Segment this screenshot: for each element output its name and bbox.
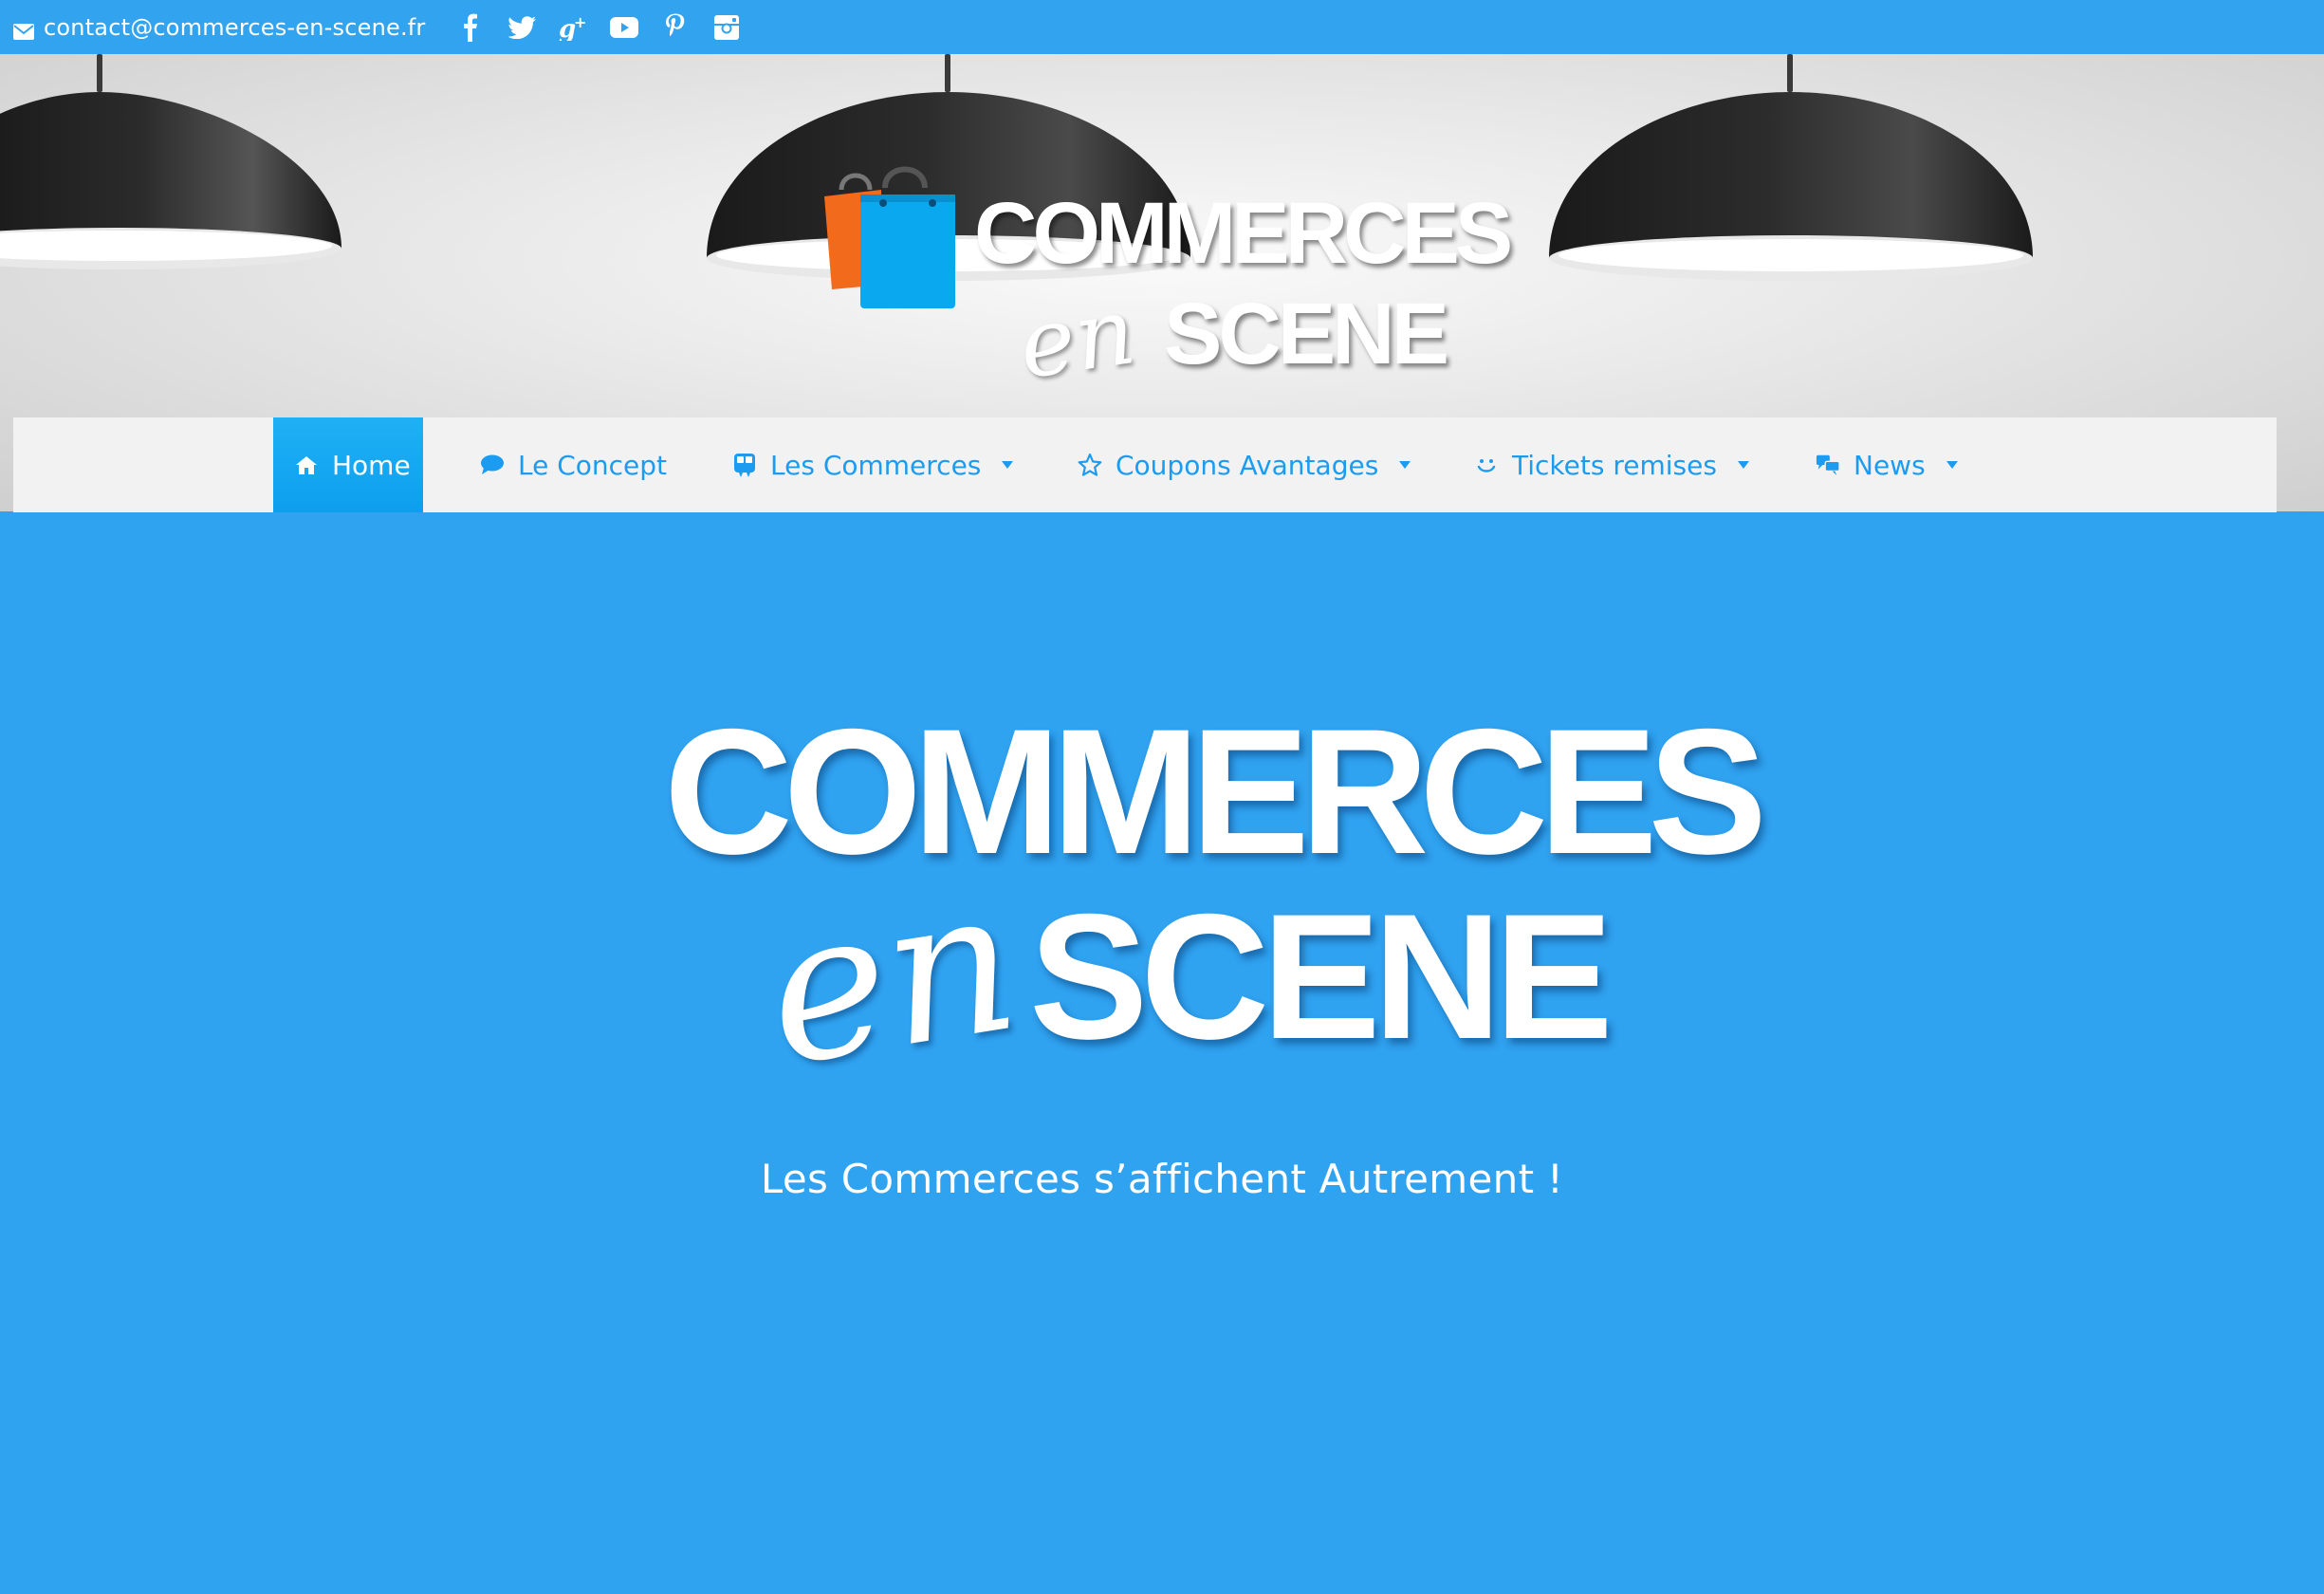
chat-bubbles-icon: [1816, 453, 1840, 477]
nav-item-tickets-remises[interactable]: Tickets remises: [1474, 417, 1749, 512]
svg-text:+: +: [574, 14, 586, 31]
envelope-icon: [13, 19, 34, 40]
nav-item-coupons-avantages[interactable]: Coupons Avantages: [1078, 417, 1411, 512]
smile-icon: [1474, 453, 1499, 477]
instagram-icon[interactable]: [712, 13, 741, 42]
hero-logo-commerces: COMMERCES: [664, 692, 1767, 891]
pendant-lamp-right: [1544, 54, 2038, 291]
logo-text-commerces: COMMERCES: [974, 185, 1513, 282]
hero-section: COMMERCES en SCENE Les Commerces s’affic…: [0, 512, 2324, 1594]
social-links: g +: [456, 13, 741, 42]
storefront-icon: [732, 453, 757, 477]
main-navigation: Home Le Concept Les Commerces Coupons Av…: [13, 417, 2277, 512]
nav-label-les-commerces: Les Commerces: [770, 449, 982, 481]
chevron-down-icon: [1002, 461, 1014, 469]
nav-item-le-concept[interactable]: Le Concept: [480, 417, 667, 512]
pinterest-icon[interactable]: [661, 13, 690, 42]
nav-item-home[interactable]: Home: [273, 417, 423, 512]
hero-logo-en: en: [751, 843, 1032, 1111]
shopping-bags-icon: [821, 161, 972, 323]
facebook-icon[interactable]: [456, 13, 485, 42]
logo-text-en: en: [1012, 277, 1142, 400]
twitter-icon[interactable]: [507, 13, 536, 42]
star-icon: [1078, 453, 1102, 477]
nav-label-home: Home: [332, 449, 411, 481]
chevron-down-icon: [1946, 461, 1958, 469]
hero-logo-scene: SCENE: [1029, 877, 1614, 1076]
speech-bubble-icon: [480, 453, 505, 477]
site-logo[interactable]: COMMERCES en SCENE: [821, 144, 1513, 410]
nav-label-news: News: [1854, 449, 1926, 481]
chevron-down-icon: [1737, 461, 1749, 469]
pendant-lamp-left: [0, 54, 351, 282]
nav-item-les-commerces[interactable]: Les Commerces: [732, 417, 1014, 512]
hero-tagline: Les Commerces s’affichent Autrement !: [760, 1156, 1564, 1202]
youtube-icon[interactable]: [609, 13, 638, 42]
nav-label-tickets-remises: Tickets remises: [1512, 449, 1717, 481]
contact-email-link[interactable]: contact@commerces-en-scene.fr: [13, 14, 426, 41]
nav-item-news[interactable]: News: [1816, 417, 1958, 512]
hero-logo: COMMERCES en SCENE: [655, 702, 1767, 1196]
nav-label-le-concept: Le Concept: [518, 449, 668, 481]
chevron-down-icon: [1399, 461, 1411, 469]
top-bar: contact@commerces-en-scene.fr g +: [0, 0, 2324, 54]
nav-label-coupons-avantages: Coupons Avantages: [1116, 449, 1379, 481]
contact-email-text: contact@commerces-en-scene.fr: [44, 13, 426, 41]
logo-text-scene: SCENE: [1164, 286, 1449, 382]
home-icon: [294, 453, 319, 477]
google-plus-icon[interactable]: g +: [559, 13, 587, 42]
